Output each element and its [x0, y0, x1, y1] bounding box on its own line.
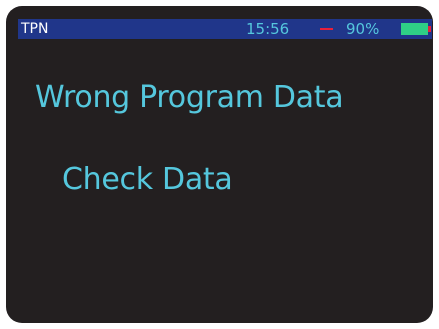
status-time: 15:56 — [246, 20, 290, 38]
device-screen: TPN 15:56 90% Wrong Program Data Check D… — [6, 6, 433, 323]
status-title: TPN — [21, 21, 49, 37]
battery-icon — [401, 23, 428, 35]
battery-percent: 90% — [346, 20, 380, 38]
error-message: Wrong Program Data — [35, 80, 344, 115]
status-alert-dash-icon — [320, 28, 333, 30]
battery-tip-icon — [428, 26, 431, 32]
error-instruction: Check Data — [62, 162, 233, 197]
status-bar: TPN 15:56 90% — [18, 19, 432, 39]
